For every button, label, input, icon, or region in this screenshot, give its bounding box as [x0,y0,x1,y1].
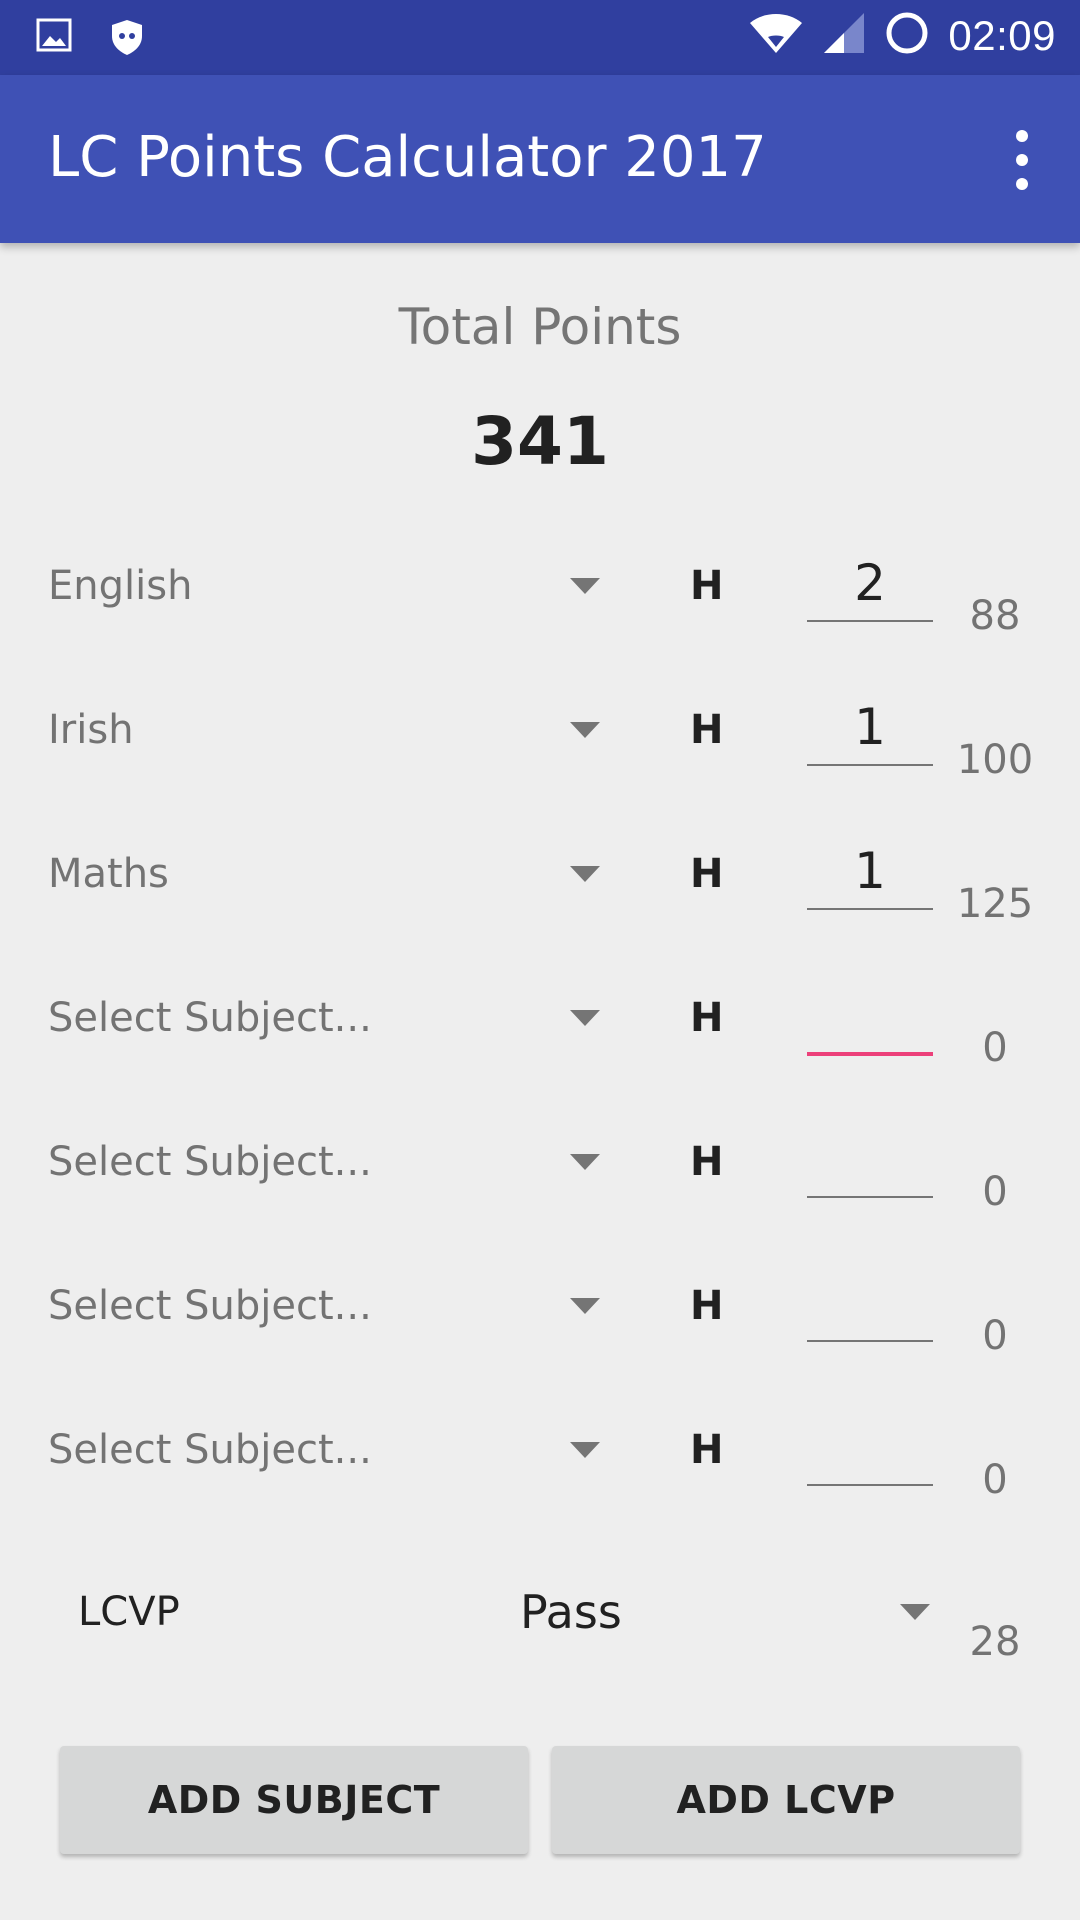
subject-row: English H 2 88 [0,554,1080,676]
dropdown-arrow-icon[interactable] [570,1442,600,1458]
subject-row: Maths H 1 125 [0,842,1080,964]
grade-input[interactable] [807,1124,933,1198]
image-icon [36,18,72,61]
grade-input[interactable] [807,1412,933,1486]
level-selector[interactable]: H [690,1420,723,1480]
level-selector[interactable]: H [690,556,723,616]
subject-points: 88 [969,593,1021,639]
subject-points: 100 [956,737,1034,783]
more-vert-icon[interactable] [1004,130,1040,190]
signal-icon [822,11,866,60]
subject-spinner[interactable]: English [48,556,192,616]
lcvp-row: LCVP Pass 28 [0,1582,1080,1702]
subject-points: 0 [982,1313,1008,1359]
subject-points: 0 [982,1025,1008,1071]
subject-spinner[interactable]: Select Subject... [48,1420,372,1480]
total-points-value: 341 [471,403,609,480]
dropdown-arrow-icon[interactable] [570,1298,600,1314]
subject-points: 125 [956,881,1034,927]
circle-icon [884,10,930,61]
dropdown-arrow-icon[interactable] [570,578,600,594]
subject-row: Select Subject... H 0 [0,1132,1080,1252]
subject-points: 0 [982,1457,1008,1503]
lcvp-grade-spinner[interactable]: Pass [520,1582,622,1642]
subject-row: Select Subject... H 0 [0,1420,1080,1540]
status-time: 02:09 [948,11,1056,59]
add-subject-button[interactable]: ADD SUBJECT [60,1746,528,1854]
subject-spinner[interactable]: Select Subject... [48,1276,372,1336]
lcvp-label: LCVP [78,1589,180,1635]
app-title: LC Points Calculator 2017 [48,125,767,190]
level-selector[interactable]: H [690,844,723,904]
dropdown-arrow-icon[interactable] [570,722,600,738]
total-points-label: Total Points [398,298,682,356]
subject-spinner[interactable]: Maths [48,844,169,904]
level-selector[interactable]: H [690,1276,723,1336]
grade-input[interactable]: 1 [807,692,933,766]
grade-input[interactable] [807,980,933,1056]
subject-spinner[interactable]: Select Subject... [48,1132,372,1192]
wifi-icon [748,11,804,60]
level-selector[interactable]: H [690,988,723,1048]
grade-input[interactable]: 2 [807,548,933,622]
grade-input[interactable]: 1 [807,836,933,910]
level-selector[interactable]: H [690,1132,723,1192]
subject-spinner[interactable]: Select Subject... [48,988,372,1048]
dropdown-arrow-icon[interactable] [570,1010,600,1026]
status-bar: 02:09 [0,0,1080,75]
subject-row: Select Subject... H 0 [0,1276,1080,1396]
grade-input[interactable] [807,1268,933,1342]
dropdown-arrow-icon[interactable] [570,866,600,882]
shield-icon [110,18,144,61]
dropdown-arrow-icon[interactable] [900,1604,930,1620]
subject-row: Select Subject... H 0 [0,988,1080,1108]
add-lcvp-button[interactable]: ADD LCVP [552,1746,1020,1854]
dropdown-arrow-icon[interactable] [570,1154,600,1170]
level-selector[interactable]: H [690,700,723,760]
subject-points: 0 [982,1169,1008,1215]
subject-row: Irish H 1 100 [0,698,1080,820]
subject-spinner[interactable]: Irish [48,700,134,760]
app-bar: LC Points Calculator 2017 [0,75,1080,243]
lcvp-points: 28 [969,1619,1021,1665]
